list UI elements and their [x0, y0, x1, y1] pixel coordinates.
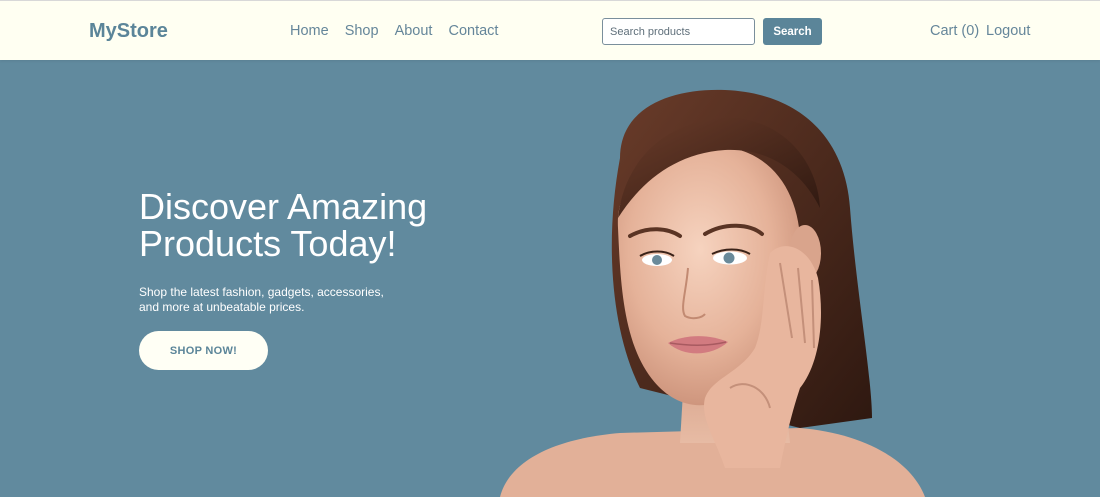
hero-title: Discover Amazing Products Today! — [139, 186, 428, 264]
search-button[interactable]: Search — [763, 18, 822, 45]
search-input[interactable] — [602, 18, 755, 45]
nav-contact[interactable]: Contact — [448, 23, 498, 39]
hero-banner: Discover Amazing Products Today! Shop th… — [0, 60, 1100, 497]
nav-home[interactable]: Home — [290, 23, 329, 39]
top-navbar: MyStore Home Shop About Contact Search C… — [0, 0, 1100, 60]
hero-subtitle: Shop the latest fashion, gadgets, access… — [139, 285, 384, 314]
nav-shop[interactable]: Shop — [345, 23, 379, 39]
logout-link[interactable]: Logout — [986, 23, 1030, 39]
nav-about[interactable]: About — [395, 23, 433, 39]
main-nav: Home Shop About Contact — [290, 23, 514, 39]
brand-logo[interactable]: MyStore — [89, 20, 168, 42]
woman-portrait-photo — [500, 89, 925, 497]
cart-link[interactable]: Cart (0) — [930, 23, 979, 39]
shop-now-button[interactable]: SHOP NOW! — [139, 331, 268, 370]
